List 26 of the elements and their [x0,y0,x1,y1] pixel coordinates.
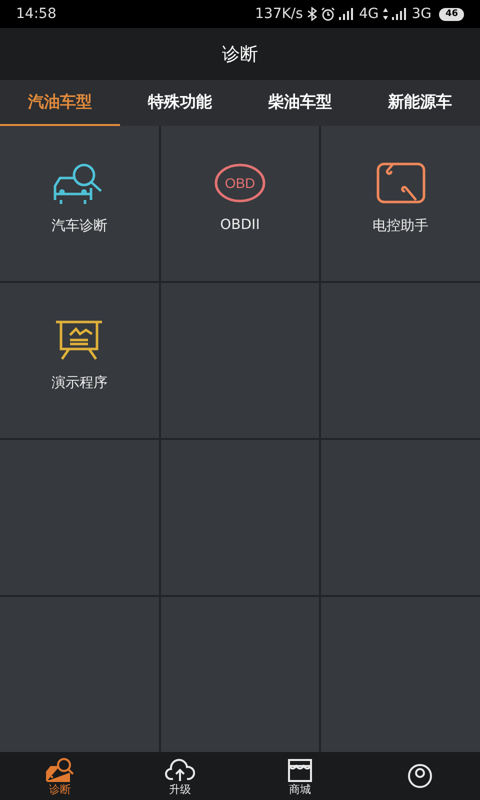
alarm-icon [320,7,335,21]
store-icon [285,756,315,782]
battery-indicator: 46 [439,8,464,20]
function-tile[interactable]: 演示程序 [0,283,159,438]
network-type: 4G [358,4,379,24]
bluetooth-icon [306,7,317,21]
cloud-upload-icon [165,756,195,782]
data-arrows-icon [382,8,388,20]
category-tab[interactable]: 柴油车型 [240,80,360,126]
function-tile[interactable]: 汽车诊断 [0,126,159,281]
signal-icon [338,8,355,20]
status-time: 14:58 [16,4,56,24]
window-title: 诊断 [222,42,258,66]
network-speed: 137K/s [255,4,303,24]
function-tile[interactable]: 电控助手 [321,126,480,281]
category-tab[interactable]: 特殊功能 [120,80,240,126]
nav-item[interactable]: 升级 [120,752,240,800]
nav-item[interactable]: 商城 [240,752,360,800]
obd-icon: OBD [214,163,266,203]
function-tile[interactable]: OBD OBDII [160,126,320,281]
network-type: 3G [412,4,432,24]
category-tab[interactable]: 新能源车 [360,80,480,126]
presentation-board-icon [54,319,104,361]
signal-icon [392,8,408,20]
nav-item[interactable]: 诊断 [0,752,120,800]
ecu-icon [376,162,426,204]
